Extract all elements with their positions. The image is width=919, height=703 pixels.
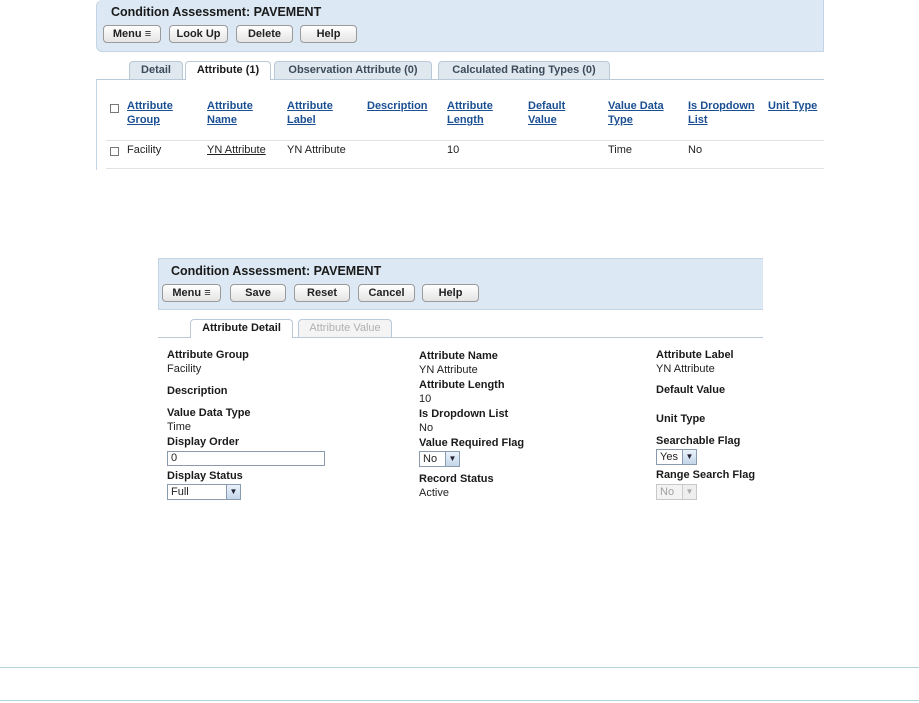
value-data-type-value: Time (167, 421, 192, 433)
tab-divider (158, 337, 190, 338)
record-status-value: Active (419, 487, 449, 499)
column-attribute-length[interactable]: Attribute Length (447, 99, 493, 127)
detail-menu-button[interactable]: Menu ≡ (162, 284, 221, 302)
display-status-label: Display Status (167, 470, 243, 482)
footer-divider-top (0, 667, 919, 668)
list-tabs: Detail Attribute (1) Observation Attribu… (96, 61, 824, 81)
delete-button[interactable]: Delete (236, 25, 293, 43)
attribute-length-value: 10 (419, 393, 432, 405)
searchable-flag-select[interactable]: Yes ▼ (656, 449, 697, 465)
is-dropdown-list-label: Is Dropdown List (419, 408, 509, 420)
detail-page-title: Condition Assessment: PAVEMENT (171, 264, 382, 278)
attribute-label-label: Attribute Label (656, 349, 734, 361)
cancel-button[interactable]: Cancel (358, 284, 415, 302)
menu-button[interactable]: Menu ≡ (103, 25, 161, 43)
value-required-flag-select[interactable]: No ▼ (419, 451, 460, 467)
cell-attribute-label: YN Attribute (287, 144, 346, 156)
reset-button[interactable]: Reset (294, 284, 350, 302)
is-dropdown-list-value: No (419, 422, 434, 434)
value-data-type-label: Value Data Type (167, 407, 251, 419)
footer-divider-bottom (0, 700, 919, 701)
default-value-label: Default Value (656, 384, 726, 396)
column-unit-type[interactable]: Unit Type (768, 99, 817, 113)
column-attribute-name[interactable]: Attribute Name (207, 99, 253, 127)
attribute-label-value: YN Attribute (656, 363, 715, 375)
attribute-group-label: Attribute Group (167, 349, 249, 361)
column-attribute-label[interactable]: Attribute Label (287, 99, 333, 127)
display-order-input[interactable]: 0 (167, 451, 325, 466)
column-attribute-group[interactable]: Attribute Group (127, 99, 173, 127)
menu-icon: ≡ (204, 287, 211, 299)
cell-attribute-name-link[interactable]: YN Attribute (207, 144, 266, 157)
column-value-data-type[interactable]: Value Data Type (608, 99, 664, 127)
page-title: Condition Assessment: PAVEMENT (111, 5, 322, 19)
chevron-down-icon: ▼ (226, 485, 240, 499)
select-all-checkbox[interactable] (110, 104, 119, 113)
cell-attribute-length: 10 (447, 144, 460, 156)
attribute-name-label: Attribute Name (419, 350, 498, 362)
unit-type-label: Unit Type (656, 413, 706, 425)
cell-attribute-group: Facility (127, 144, 162, 156)
tab-divider (271, 79, 824, 80)
table-row[interactable]: Facility YN Attribute YN Attribute 10 Ti… (96, 141, 824, 157)
display-status-select[interactable]: Full ▼ (167, 484, 241, 500)
save-button[interactable]: Save (230, 284, 286, 302)
tab-attribute-value: Attribute Value (298, 319, 392, 337)
tab-divider (96, 79, 185, 80)
row-bottom-divider (106, 168, 824, 169)
display-order-label: Display Order (167, 436, 240, 448)
chevron-down-icon: ▼ (445, 452, 459, 466)
description-label: Description (167, 385, 228, 397)
chevron-down-icon: ▼ (682, 485, 696, 499)
attribute-detail-panel: Condition Assessment: PAVEMENT Menu ≡ Sa… (158, 258, 763, 508)
range-search-flag-label: Range Search Flag (656, 469, 756, 481)
tab-detail[interactable]: Detail (129, 61, 183, 79)
tab-attribute-detail[interactable]: Attribute Detail (190, 319, 293, 338)
range-search-flag-select: No ▼ (656, 484, 697, 500)
menu-icon: ≡ (144, 28, 152, 40)
list-header: Condition Assessment: PAVEMENT Menu ≡ Lo… (96, 0, 824, 52)
attribute-list-panel: Condition Assessment: PAVEMENT Menu ≡ Lo… (96, 0, 824, 170)
attribute-group-value: Facility (167, 363, 202, 375)
cell-is-dropdown-list: No (688, 144, 703, 156)
help-button[interactable]: Help (300, 25, 357, 43)
column-default-value[interactable]: Default Value (528, 99, 565, 127)
chevron-down-icon: ▼ (682, 450, 696, 464)
searchable-flag-label: Searchable Flag (656, 435, 741, 447)
tab-observation-attribute[interactable]: Observation Attribute (0) (274, 61, 432, 79)
detail-help-button[interactable]: Help (422, 284, 479, 302)
attribute-length-label: Attribute Length (419, 379, 505, 391)
column-description[interactable]: Description (367, 99, 428, 113)
detail-header: Condition Assessment: PAVEMENT Menu ≡ Sa… (158, 258, 763, 310)
tab-attribute[interactable]: Attribute (1) (185, 61, 271, 80)
value-required-flag-label: Value Required Flag (419, 437, 525, 449)
tab-divider (293, 337, 763, 338)
row-checkbox[interactable] (110, 147, 119, 156)
record-status-label: Record Status (419, 473, 494, 485)
look-up-button[interactable]: Look Up (169, 25, 228, 43)
column-is-dropdown-list[interactable]: Is Dropdown List (688, 99, 755, 127)
cell-value-data-type: Time (608, 144, 633, 156)
attribute-name-value: YN Attribute (419, 364, 478, 376)
detail-tabs: Attribute Detail Attribute Value (158, 319, 763, 339)
tab-calculated-rating-types[interactable]: Calculated Rating Types (0) (438, 61, 610, 79)
